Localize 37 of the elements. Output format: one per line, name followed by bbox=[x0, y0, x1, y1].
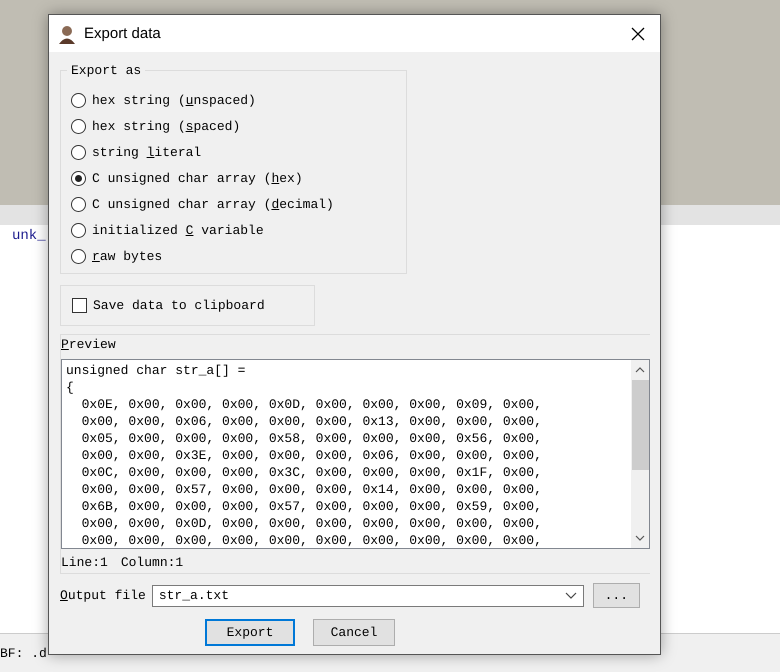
avatar-icon bbox=[57, 24, 77, 44]
radio-label[interactable]: raw bytes bbox=[92, 248, 162, 264]
status-text: BF: .d bbox=[0, 646, 47, 660]
chevron-down-icon[interactable] bbox=[564, 592, 577, 599]
scroll-thumb[interactable] bbox=[632, 380, 648, 470]
preview-text: unsigned char str_a[] = { 0x0E, 0x00, 0x00, 0x00, 0x0D, 0x00, 0x00, 0x00, 0x09, 0x00, 0x00, 0x00, 0x06, 0x00, 0x00, 0x00, 0x13, 0x00, 0x00, 0x00, 0x05, 0x00, 0x00, 0x00, 0x58, 0x00, 0x00, 0x00, 0x56, 0x00, 0x00, 0x00, 0x3E, 0x00, 0x00, 0x00, 0x06, 0x00, 0x00, 0x00, 0x0C, 0x00, 0x00, 0x00, 0x3C, 0x00, 0x00, 0x00, 0x1F, 0x00, 0x00, 0x00, 0x57, 0x00, 0x00, 0x00, 0x14, 0x00, 0x00, 0x00, 0x6B, 0x00, 0x00, 0x00, 0x57, 0x00, 0x00, 0x00, 0x59, 0x00, 0x00, 0x00, 0x0D, 0x00, 0x00, 0x00, 0x00, 0x00, 0x00, 0x00, 0x00, 0x00, 0x00, 0x00, 0x00, 0x00, 0x00, 0x00, 0x00, 0x00, bbox=[65, 362, 543, 548]
radio-button[interactable] bbox=[71, 196, 86, 212]
checkbox[interactable] bbox=[72, 298, 87, 313]
dialog-button[interactable]: Export bbox=[205, 619, 295, 646]
radio-button[interactable] bbox=[71, 144, 86, 160]
preview-text-area[interactable] bbox=[61, 359, 650, 549]
checkbox-label[interactable]: Save data to clipboard bbox=[93, 298, 265, 313]
radio-button[interactable] bbox=[71, 118, 86, 134]
dialog-button[interactable]: Cancel bbox=[313, 619, 395, 646]
scroll-down-icon[interactable] bbox=[635, 534, 645, 542]
scroll-up-icon[interactable] bbox=[635, 366, 645, 374]
code-label: unk_ bbox=[12, 228, 46, 244]
group-title: Preview bbox=[61, 337, 116, 353]
radio-label[interactable]: initialized C variable bbox=[92, 222, 264, 238]
radio-button[interactable] bbox=[71, 170, 86, 186]
scrollbar[interactable] bbox=[631, 360, 649, 548]
line-indicator: Line:1 bbox=[61, 555, 108, 571]
radio-button[interactable] bbox=[71, 92, 86, 108]
close-icon[interactable] bbox=[630, 26, 646, 42]
field-label: Output file bbox=[60, 588, 146, 603]
radio-label[interactable]: string literal bbox=[92, 144, 202, 160]
radio-label[interactable]: C unsigned char array (decimal) bbox=[92, 196, 334, 212]
output-file-field[interactable]: str_a.txt bbox=[152, 584, 584, 606]
radio-button[interactable] bbox=[71, 222, 86, 238]
window-title: Export data bbox=[84, 25, 162, 42]
radio-label[interactable]: C unsigned char array (hex) bbox=[92, 170, 303, 186]
browse-button[interactable]: ... bbox=[592, 583, 640, 608]
group-title: Export as bbox=[67, 64, 146, 78]
radio-label[interactable]: hex string (unspaced) bbox=[92, 92, 256, 108]
column-indicator: Column:1 bbox=[120, 555, 184, 571]
radio-button[interactable] bbox=[71, 248, 86, 264]
radio-label[interactable]: hex string (spaced) bbox=[92, 118, 240, 134]
